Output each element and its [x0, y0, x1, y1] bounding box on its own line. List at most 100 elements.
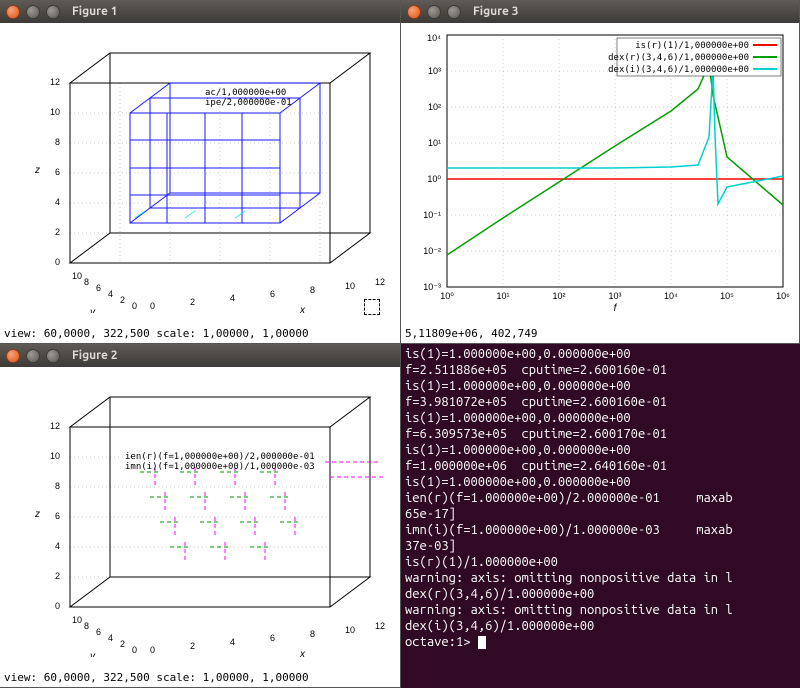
term-line: f=6.309573e+05 cputime=2.600170e-01	[405, 427, 667, 441]
svg-text:10²: 10²	[552, 291, 565, 301]
svg-text:8: 8	[55, 481, 60, 491]
figure-2-status: view: 60,0000, 322,500 scale: 1,00000, 1…	[0, 671, 400, 687]
svg-text:2: 2	[55, 227, 60, 237]
svg-text:4: 4	[108, 633, 113, 643]
figure-3-window: Figure 3 is(r)(1	[401, 0, 800, 344]
figure-1-status: view: 60,0000, 322,500 scale: 1,00000, 1…	[0, 327, 400, 343]
svg-text:y: y	[89, 651, 96, 657]
svg-text:10⁵: 10⁵	[720, 291, 734, 301]
svg-text:4: 4	[230, 293, 235, 303]
cursor-icon	[478, 636, 486, 649]
svg-text:2: 2	[190, 641, 195, 651]
svg-text:z: z	[34, 509, 40, 520]
term-line: f=2.511886e+05 cputime=2.600160e-01	[405, 363, 667, 377]
svg-text:imn(i)(f=1,000000e+00)/1,00000: imn(i)(f=1,000000e+00)/1,000000e-03	[125, 462, 315, 472]
svg-text:10¹: 10¹	[496, 291, 509, 301]
svg-text:12: 12	[375, 621, 385, 631]
figure-1-window: Figure 1	[0, 0, 401, 344]
maximize-icon[interactable]	[447, 5, 461, 19]
svg-text:10³: 10³	[608, 291, 621, 301]
svg-text:2: 2	[120, 295, 125, 305]
term-line: f=1.000000e+06 cputime=2.640160e-01	[405, 459, 667, 473]
svg-text:10⁶: 10⁶	[776, 291, 790, 301]
term-line: is(1)=1.000000e+00,0.000000e+00	[405, 347, 631, 361]
svg-text:10⁻²: 10⁻²	[423, 246, 441, 256]
svg-text:8: 8	[310, 629, 315, 639]
rubber-band-selection	[364, 299, 380, 315]
term-line: dex(r)(3,4,6)/1.000000e+00	[405, 587, 594, 601]
svg-text:ipe/2,000000e-01: ipe/2,000000e-01	[205, 98, 292, 108]
minimize-icon[interactable]	[26, 349, 40, 363]
svg-text:10: 10	[345, 281, 355, 291]
svg-text:12: 12	[375, 277, 385, 287]
figure-3-title: Figure 3	[473, 5, 519, 18]
figure-3-plot[interactable]: is(r)(1)/1,000000e+00 dex(r)(3,4,6)/1,00…	[401, 23, 799, 327]
svg-text:10: 10	[345, 625, 355, 635]
svg-text:f: f	[614, 303, 618, 313]
term-line: ien(r)(f=1.000000e+00)/2.000000e-01 maxa…	[405, 491, 733, 505]
svg-text:10⁴: 10⁴	[664, 291, 678, 301]
maximize-icon[interactable]	[46, 349, 60, 363]
svg-text:8: 8	[310, 285, 315, 295]
svg-text:6: 6	[55, 511, 60, 521]
close-icon[interactable]	[6, 349, 20, 363]
term-line: 37e-03]	[405, 539, 456, 553]
svg-text:12: 12	[50, 77, 60, 87]
svg-text:0: 0	[132, 645, 137, 655]
minimize-icon[interactable]	[26, 5, 40, 19]
term-line: dex(i)(3,4,6)/1.000000e+00	[405, 619, 594, 633]
svg-text:6: 6	[55, 167, 60, 177]
svg-text:z: z	[34, 165, 40, 176]
svg-text:10³: 10³	[428, 66, 441, 76]
svg-text:ien(r)(f=1,000000e+00)/2,00000: ien(r)(f=1,000000e+00)/2,000000e-01	[125, 452, 315, 462]
svg-text:0: 0	[150, 301, 155, 311]
svg-text:4: 4	[55, 541, 60, 551]
svg-text:10: 10	[72, 615, 82, 625]
figure-1-titlebar[interactable]: Figure 1	[0, 0, 400, 23]
svg-text:ac/1,000000e+00: ac/1,000000e+00	[205, 88, 286, 98]
svg-text:10⁻¹: 10⁻¹	[423, 210, 441, 220]
figure-2-plot[interactable]: 0 2 4 6 8 10 12 z 10 8 6 4 2 0 y 0 2 4 6…	[0, 367, 400, 671]
svg-text:10²: 10²	[428, 102, 441, 112]
svg-text:0: 0	[55, 601, 60, 611]
minimize-icon[interactable]	[427, 5, 441, 19]
term-line: warning: axis: omitting nonpositive data…	[405, 603, 733, 617]
svg-text:0: 0	[132, 301, 137, 311]
svg-text:10¹: 10¹	[428, 138, 441, 148]
svg-text:6: 6	[96, 283, 101, 293]
figure-2-window: Figure 2	[0, 344, 401, 688]
terminal-prompt: octave:1>	[405, 635, 478, 649]
term-line: is(1)=1.000000e+00,0.000000e+00	[405, 443, 631, 457]
svg-text:10⁴: 10⁴	[427, 33, 441, 43]
maximize-icon[interactable]	[46, 5, 60, 19]
figure-2-title: Figure 2	[72, 349, 118, 362]
svg-text:is(r)(1)/1,000000e+00: is(r)(1)/1,000000e+00	[635, 41, 749, 51]
term-line: is(1)=1.000000e+00,0.000000e+00	[405, 475, 631, 489]
close-icon[interactable]	[407, 5, 421, 19]
close-icon[interactable]	[6, 5, 20, 19]
svg-text:dex(i)(3,4,6)/1,000000e+00: dex(i)(3,4,6)/1,000000e+00	[608, 65, 749, 75]
terminal-pane[interactable]: is(1)=1.000000e+00,0.000000e+00 f=2.5118…	[401, 344, 800, 688]
svg-text:6: 6	[96, 627, 101, 637]
figure-3-status: 5,11809e+06, 402,749	[401, 327, 799, 343]
term-line: warning: axis: omitting nonpositive data…	[405, 571, 733, 585]
svg-text:x: x	[299, 305, 306, 313]
figure-2-titlebar[interactable]: Figure 2	[0, 344, 400, 367]
term-line: is(1)=1.000000e+00,0.000000e+00	[405, 411, 631, 425]
terminal-output[interactable]: is(1)=1.000000e+00,0.000000e+00 f=2.5118…	[401, 344, 800, 688]
term-line: 65e-17]	[405, 507, 456, 521]
svg-text:0: 0	[150, 645, 155, 655]
term-line: is(1)=1.000000e+00,0.000000e+00	[405, 379, 631, 393]
svg-text:y: y	[89, 307, 96, 313]
svg-text:dex(r)(3,4,6)/1,000000e+00: dex(r)(3,4,6)/1,000000e+00	[608, 53, 749, 63]
svg-text:4: 4	[55, 197, 60, 207]
svg-text:8: 8	[55, 137, 60, 147]
svg-text:x: x	[299, 649, 306, 657]
svg-text:10⁰: 10⁰	[427, 174, 441, 184]
term-line: f=3.981072e+05 cputime=2.600160e-01	[405, 395, 667, 409]
svg-text:0: 0	[55, 257, 60, 267]
figure-1-plot[interactable]: 0 2 4 6 8 10 12 z 10 8 6 4 2 0 y 0 2 4	[0, 23, 400, 327]
figure-1-title: Figure 1	[72, 5, 118, 18]
svg-text:4: 4	[230, 637, 235, 647]
figure-3-titlebar[interactable]: Figure 3	[401, 0, 799, 23]
